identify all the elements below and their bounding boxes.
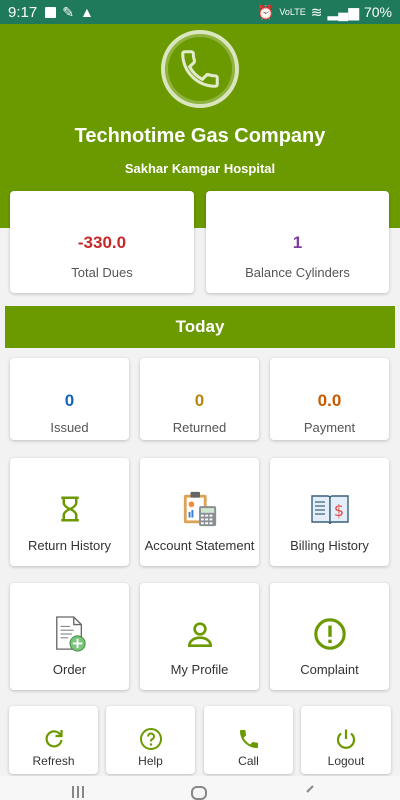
company-name: Technotime Gas Company bbox=[74, 125, 326, 147]
exclamation-circle-icon bbox=[313, 618, 346, 650]
system-nav-bar bbox=[0, 776, 400, 800]
account-statement-label: Account Statement bbox=[144, 538, 255, 553]
status-time: 9:17 bbox=[8, 3, 38, 21]
total-dues-value: -330.0 bbox=[77, 233, 127, 252]
billing-history-label: Billing History bbox=[290, 538, 369, 553]
wand-icon: ✎ bbox=[62, 3, 74, 20]
balance-cylinders-card[interactable]: 1 Balance Cylinders bbox=[206, 191, 389, 293]
home-icon[interactable] bbox=[189, 780, 209, 800]
logout-label: Logout bbox=[327, 754, 365, 768]
open-book-dollar-icon: $ bbox=[310, 495, 349, 525]
document-add-icon bbox=[55, 616, 86, 652]
customer-name: Sakhar Kamgar Hospital bbox=[124, 161, 276, 176]
hourglass-icon bbox=[60, 496, 79, 522]
returned-card[interactable]: 0 Returned bbox=[140, 358, 259, 440]
help-icon bbox=[139, 728, 162, 750]
my-profile-label: My Profile bbox=[170, 662, 229, 677]
issued-value: 0 bbox=[64, 391, 75, 410]
volte-indicator: VoLTE bbox=[279, 7, 306, 17]
order-label: Order bbox=[52, 662, 87, 677]
wifi-icon: ≋ bbox=[310, 3, 323, 20]
logout-button[interactable]: Logout bbox=[301, 706, 391, 774]
refresh-button[interactable]: Refresh bbox=[9, 706, 98, 774]
phone-icon bbox=[239, 730, 258, 748]
power-icon bbox=[336, 729, 356, 749]
return-history-label: Return History bbox=[27, 538, 112, 553]
notification-icon bbox=[45, 6, 57, 18]
complaint-button[interactable]: Complaint bbox=[270, 583, 389, 690]
call-button[interactable]: Call bbox=[204, 706, 293, 774]
balance-cylinders-label: Balance Cylinders bbox=[245, 265, 350, 280]
issued-card[interactable]: 0 Issued bbox=[10, 358, 129, 440]
battery-level: 70% bbox=[363, 4, 392, 20]
account-statement-button[interactable]: Account Statement bbox=[140, 458, 259, 566]
payment-label: Payment bbox=[303, 420, 356, 435]
issued-label: Issued bbox=[50, 420, 89, 435]
total-dues-label: Total Dues bbox=[71, 265, 133, 280]
my-profile-button[interactable]: My Profile bbox=[140, 583, 259, 690]
svg-text:$: $ bbox=[333, 501, 343, 520]
phone-icon bbox=[181, 50, 219, 88]
payment-card[interactable]: 0.0 Payment bbox=[270, 358, 389, 440]
signal-icon: ▂▄▆ bbox=[327, 3, 359, 20]
company-logo bbox=[161, 30, 239, 108]
alarm-icon: ⏰ bbox=[256, 3, 275, 20]
person-icon bbox=[187, 622, 212, 647]
return-history-button[interactable]: Return History bbox=[10, 458, 129, 566]
back-icon[interactable] bbox=[300, 780, 320, 800]
clipboard-calculator-icon bbox=[183, 491, 216, 527]
complaint-label: Complaint bbox=[300, 662, 359, 677]
balance-cylinders-value: 1 bbox=[292, 233, 303, 252]
recents-icon[interactable] bbox=[68, 780, 88, 800]
help-button[interactable]: Help bbox=[106, 706, 195, 774]
refresh-icon bbox=[44, 730, 63, 748]
warning-icon: ▲ bbox=[79, 4, 94, 20]
total-dues-card[interactable]: -330.0 Total Dues bbox=[10, 191, 194, 293]
status-bar: 9:17 ✎ ▲ ⏰ VoLTE ≋ ▂▄▆ 70% bbox=[0, 0, 400, 24]
call-label: Call bbox=[238, 754, 259, 768]
refresh-label: Refresh bbox=[32, 754, 75, 768]
returned-value: 0 bbox=[194, 391, 205, 410]
help-label: Help bbox=[138, 754, 163, 768]
order-button[interactable]: Order bbox=[10, 583, 129, 690]
today-header: Today bbox=[5, 306, 395, 348]
billing-history-button[interactable]: $ Billing History bbox=[270, 458, 389, 566]
returned-label: Returned bbox=[172, 420, 227, 435]
payment-value: 0.0 bbox=[317, 391, 342, 410]
